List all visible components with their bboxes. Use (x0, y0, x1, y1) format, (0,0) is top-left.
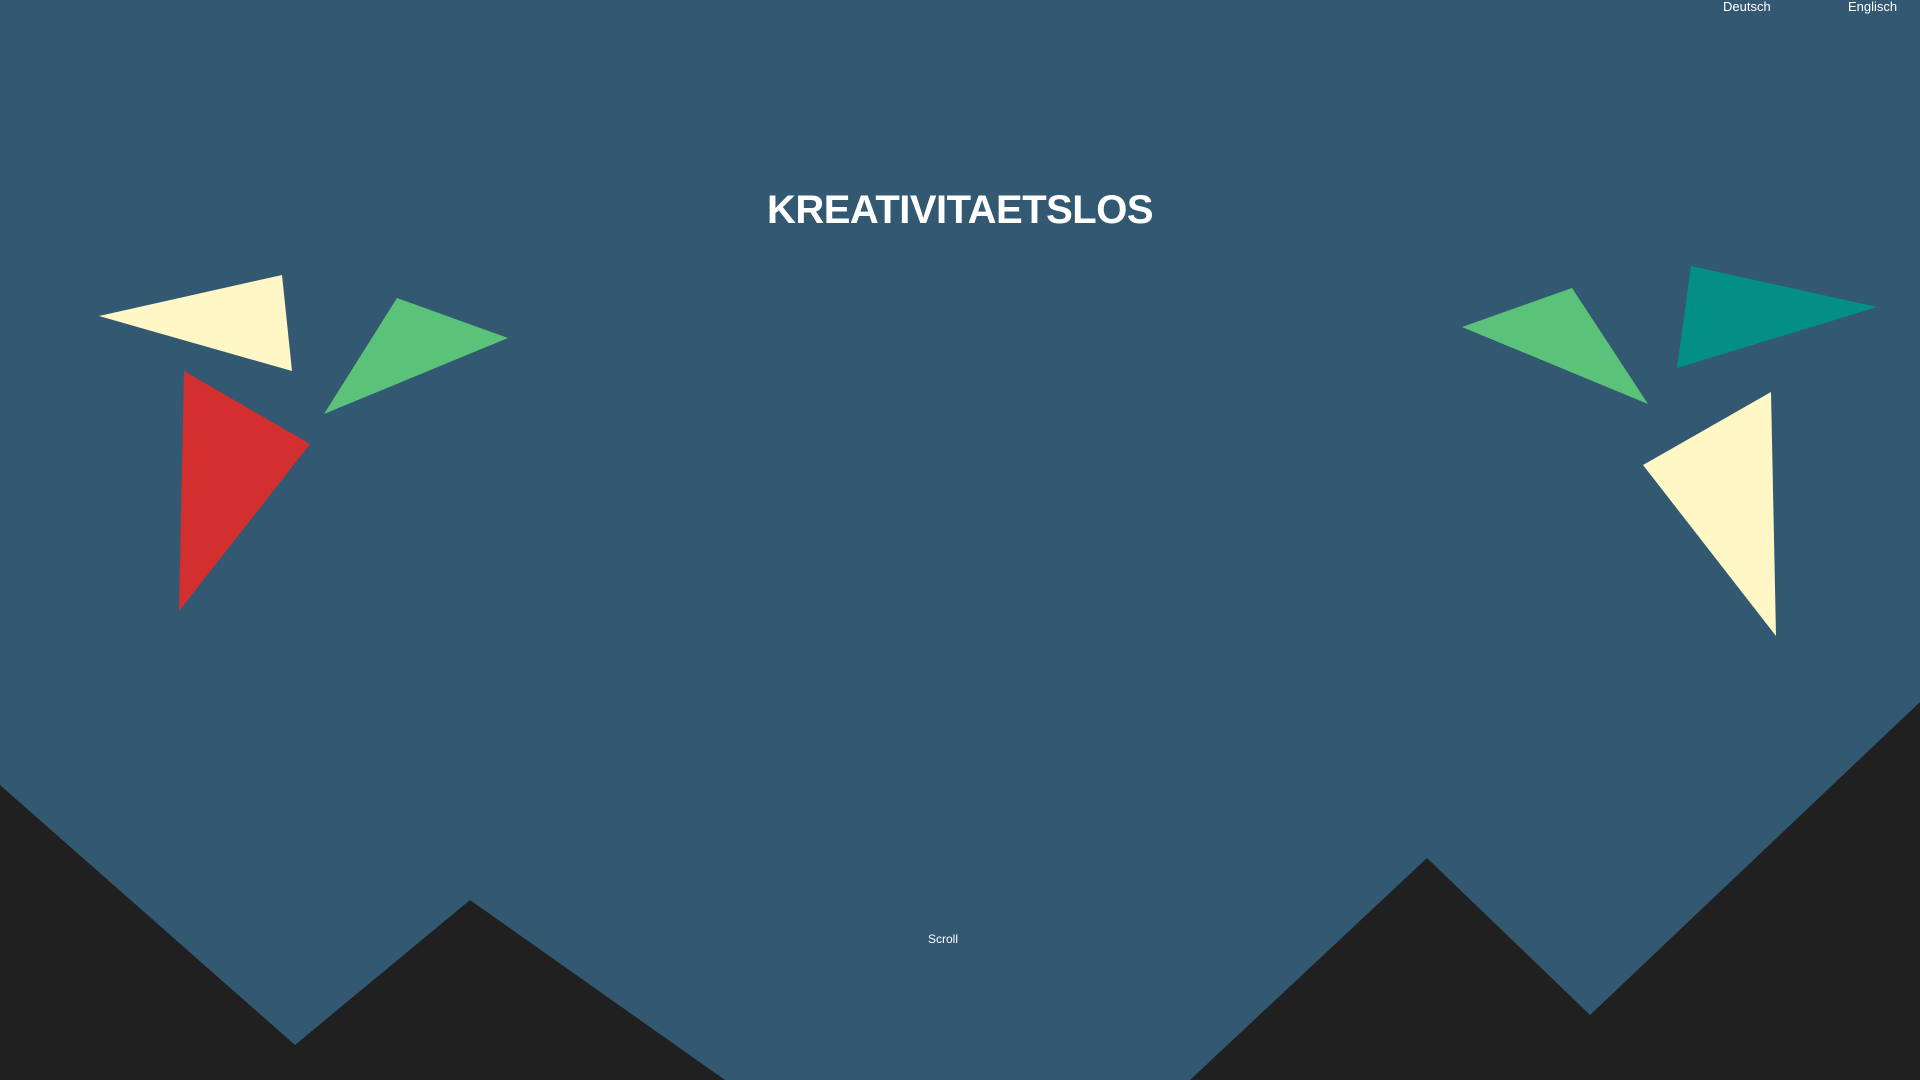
scroll-indicator[interactable]: Scroll (0, 932, 1886, 946)
triangle-cream-right (1643, 392, 1776, 636)
landing-page: Deutsch Englisch KREATIVITAETSLOS Scroll (0, 0, 1920, 1080)
page-title: KREATIVITAETSLOS (766, 188, 1154, 232)
language-switcher: Deutsch Englisch (0, 0, 1920, 20)
triangle-red-left (179, 371, 310, 611)
triangle-green-right (1462, 288, 1648, 404)
language-link-englisch[interactable]: Englisch (1848, 0, 1897, 14)
background-decoration (0, 266, 1920, 1080)
mountain-silhouette (0, 702, 1920, 1080)
triangle-green-left (324, 298, 508, 414)
triangle-cream-left (99, 275, 292, 371)
triangle-teal-right (1677, 266, 1877, 368)
language-link-deutsch[interactable]: Deutsch (1723, 0, 1771, 14)
